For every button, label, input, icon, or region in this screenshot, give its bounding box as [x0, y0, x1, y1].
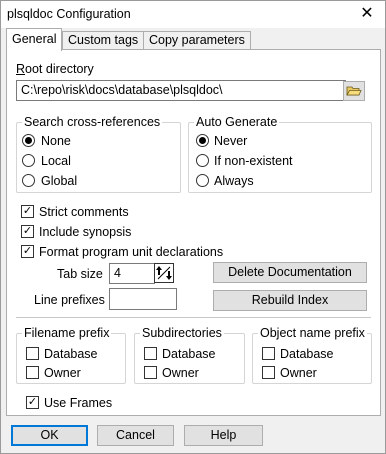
rebuild-index-button[interactable]: Rebuild Index: [213, 290, 367, 311]
spinner-arrows-icon: [156, 266, 172, 280]
subdirectories-database-label: Database: [162, 347, 216, 361]
strict-comments-label: Strict comments: [39, 205, 129, 219]
subdirectories-database-checkbox[interactable]: [144, 347, 157, 360]
strict-comments-checkbox[interactable]: ✓: [21, 205, 34, 218]
subdirectories-title: Subdirectories: [140, 326, 224, 340]
cancel-button[interactable]: Cancel: [97, 425, 174, 446]
filename-prefix-owner-checkbox[interactable]: [26, 366, 39, 379]
auto-if-non-existent-label: If non-existent: [214, 154, 293, 168]
subdirectories-owner-checkbox[interactable]: [144, 366, 157, 379]
auto-generate-title: Auto Generate: [194, 115, 280, 129]
filename-prefix-group: Filename prefix Database Owner: [16, 326, 126, 384]
window-title: plsqldoc Configuration: [7, 7, 131, 21]
root-directory-input[interactable]: C:\repo\risk\docs\database\plsqldoc\: [16, 80, 346, 101]
ok-button[interactable]: OK: [11, 425, 88, 446]
object-name-prefix-database-label: Database: [280, 347, 334, 361]
tab-custom-tags[interactable]: Custom tags: [62, 31, 145, 50]
search-none-radio[interactable]: [22, 134, 35, 147]
filename-prefix-database-label: Database: [44, 347, 98, 361]
root-directory-label: Root directory: [16, 62, 94, 76]
search-cross-references-group: Search cross-references None Local Globa…: [16, 115, 181, 193]
include-synopsis-label: Include synopsis: [39, 225, 132, 239]
search-local-radio[interactable]: [22, 154, 35, 167]
search-none-label: None: [41, 134, 71, 148]
line-prefixes-input[interactable]: [109, 288, 177, 310]
help-button[interactable]: Help: [184, 425, 263, 446]
use-frames-checkbox[interactable]: ✓: [26, 396, 39, 409]
close-icon[interactable]: ✕: [353, 2, 381, 26]
tab-size-input[interactable]: 4: [109, 263, 155, 284]
use-frames-label: Use Frames: [44, 396, 113, 410]
object-name-prefix-owner-checkbox[interactable]: [262, 366, 275, 379]
search-local-label: Local: [41, 154, 71, 168]
object-name-prefix-database-checkbox[interactable]: [262, 347, 275, 360]
format-program-unit-label: Format program unit declarations: [39, 245, 224, 259]
browse-folder-button[interactable]: [343, 81, 365, 101]
general-tab-panel: Root directory C:\repo\risk\docs\databas…: [6, 49, 381, 416]
auto-always-label: Always: [214, 174, 254, 188]
folder-open-icon: [346, 86, 362, 96]
title-bar: plsqldoc Configuration ✕: [1, 1, 385, 28]
filename-prefix-owner-label: Owner: [44, 366, 81, 380]
auto-generate-group: Auto Generate Never If non-existent Alwa…: [188, 115, 372, 193]
auto-never-label: Never: [214, 134, 248, 148]
subdirectories-owner-label: Owner: [162, 366, 199, 380]
search-global-radio[interactable]: [22, 174, 35, 187]
delete-documentation-button[interactable]: Delete Documentation: [213, 262, 367, 283]
format-program-unit-checkbox[interactable]: ✓: [21, 245, 34, 258]
auto-always-radio[interactable]: [196, 174, 209, 187]
filename-prefix-title: Filename prefix: [22, 326, 112, 340]
subdirectories-group: Subdirectories Database Owner: [134, 326, 245, 384]
tab-general[interactable]: General: [6, 28, 63, 51]
object-name-prefix-owner-label: Owner: [280, 366, 317, 380]
separator-line: [16, 317, 371, 318]
auto-if-non-existent-radio[interactable]: [196, 154, 209, 167]
config-dialog: plsqldoc Configuration ✕ General Custom …: [0, 0, 386, 454]
tab-size-label: Tab size: [57, 267, 103, 281]
object-name-prefix-group: Object name prefix Database Owner: [252, 326, 372, 384]
auto-never-radio[interactable]: [196, 134, 209, 147]
search-cross-references-title: Search cross-references: [22, 115, 163, 129]
tab-copy-parameters[interactable]: Copy parameters: [143, 31, 251, 50]
include-synopsis-checkbox[interactable]: ✓: [21, 225, 34, 238]
search-global-label: Global: [41, 174, 78, 188]
tab-size-spinner[interactable]: [154, 263, 174, 283]
filename-prefix-database-checkbox[interactable]: [26, 347, 39, 360]
object-name-prefix-title: Object name prefix: [258, 326, 367, 340]
line-prefixes-label: Line prefixes: [34, 293, 105, 307]
